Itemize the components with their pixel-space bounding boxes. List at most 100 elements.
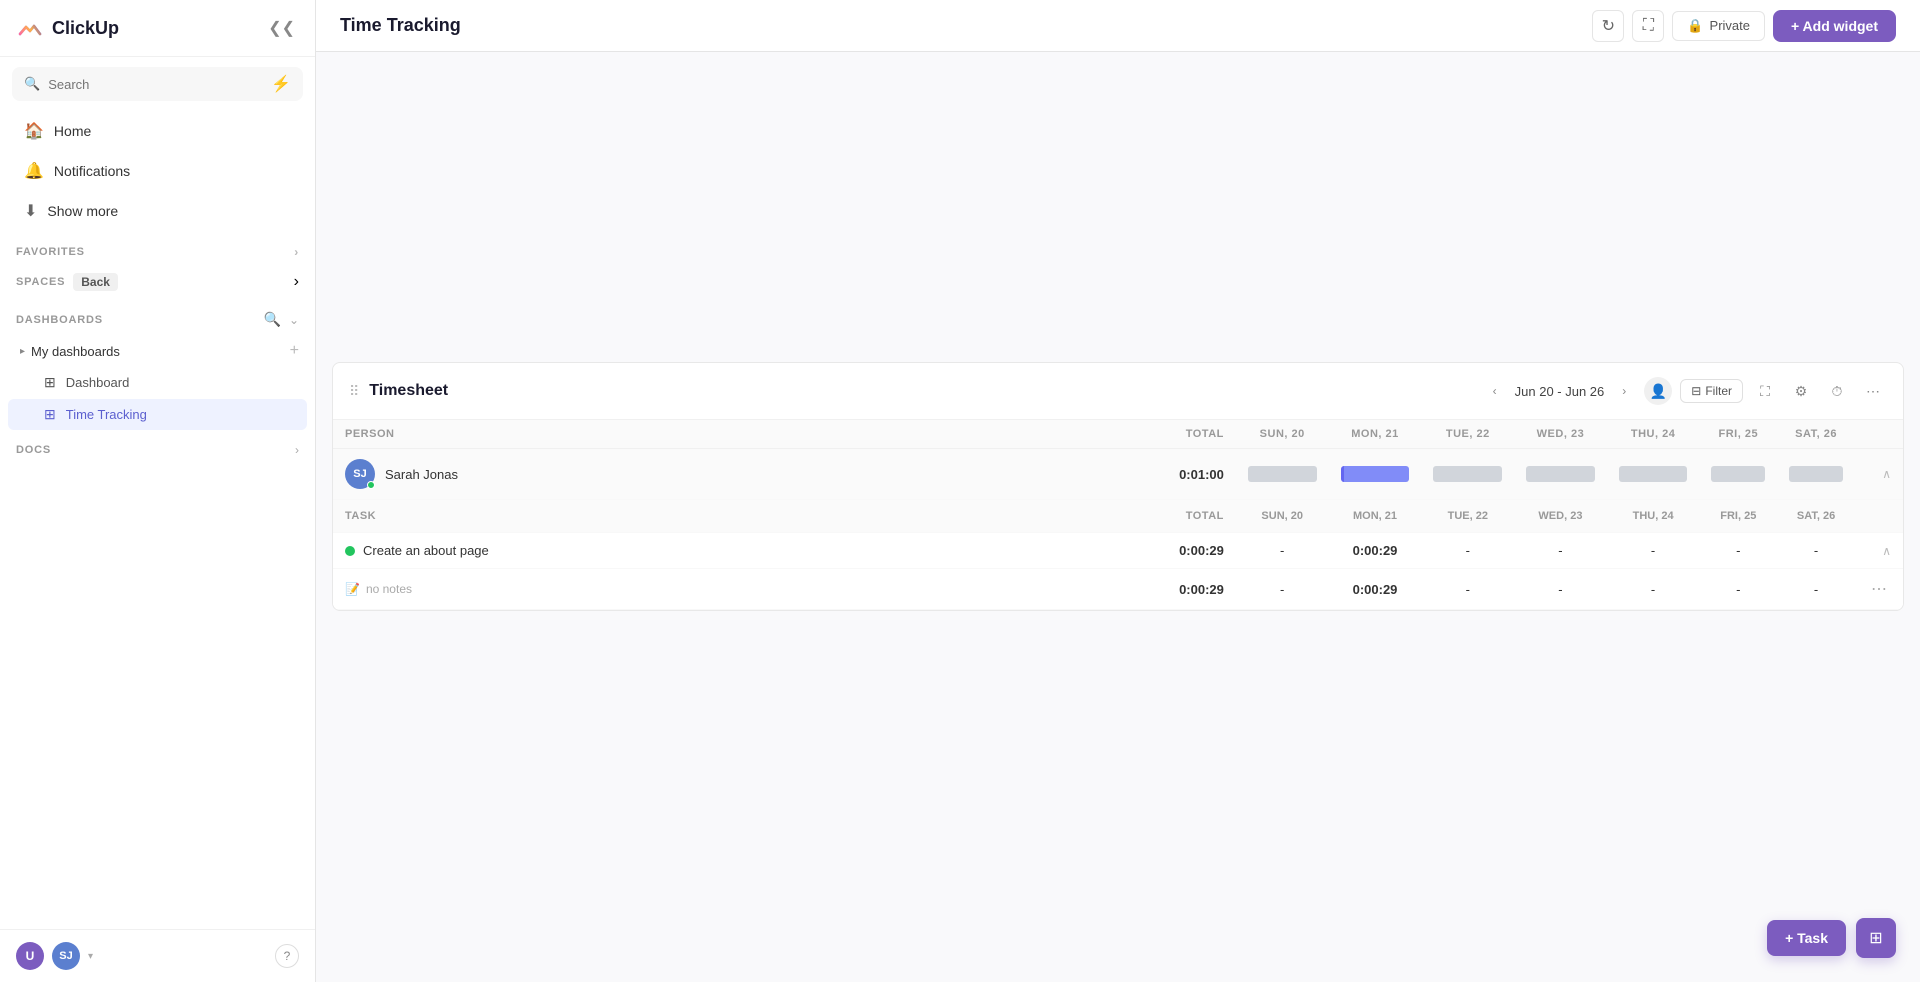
logo: ClickUp bbox=[16, 14, 119, 42]
task-mon-label: MON, 21 bbox=[1329, 500, 1422, 533]
person-icon: 👤 bbox=[1650, 383, 1667, 400]
thu-bar bbox=[1619, 466, 1688, 482]
person-thu bbox=[1607, 449, 1700, 500]
person-sun bbox=[1236, 449, 1329, 500]
notes-more-icon[interactable]: ⋯ bbox=[1867, 581, 1891, 598]
more-widget-button[interactable]: ⋯ bbox=[1859, 377, 1887, 405]
task-sat: - bbox=[1777, 533, 1855, 569]
timesheet-widget: ⠿ Timesheet ‹ Jun 20 - Jun 26 › 👤 ⊟ Filt… bbox=[332, 362, 1904, 611]
person-collapse[interactable]: ∧ bbox=[1855, 449, 1903, 500]
back-button[interactable]: Back bbox=[73, 273, 118, 291]
timesheet-table: PERSON TOTAL SUN, 20 MON, 21 TUE, 22 WED… bbox=[333, 420, 1903, 610]
private-label: Private bbox=[1710, 18, 1750, 33]
sidebar-header: ClickUp ❮❮ bbox=[0, 0, 315, 57]
docs-section: DOCS › bbox=[0, 435, 315, 465]
person-cell: SJ Sarah Jonas bbox=[333, 449, 1083, 500]
add-widget-button[interactable]: + Add widget bbox=[1773, 10, 1896, 42]
dashboards-section: DASHBOARDS 🔍 ⌄ ▸ My dashboards + ⊞ Dashb… bbox=[0, 303, 315, 431]
sun-header: SUN, 20 bbox=[1236, 420, 1329, 449]
search-input[interactable] bbox=[48, 77, 263, 92]
task-mon: 0:00:29 bbox=[1329, 533, 1422, 569]
mon-bar bbox=[1341, 466, 1410, 482]
fullscreen-button[interactable]: ⛶ bbox=[1632, 10, 1664, 42]
task-thu: - bbox=[1607, 533, 1700, 569]
sidebar-item-dashboard[interactable]: ⊞ Dashboard bbox=[8, 367, 307, 398]
task-total: 0:00:29 bbox=[1083, 533, 1236, 569]
refresh-button[interactable]: ↻ bbox=[1592, 10, 1624, 42]
lightning-icon[interactable]: ⚡ bbox=[271, 74, 291, 94]
add-task-button[interactable]: + Task bbox=[1767, 920, 1846, 956]
bottom-bar: + Task ⊞ bbox=[1767, 918, 1896, 958]
dashboard-icon: ⊞ bbox=[44, 374, 56, 391]
assignee-filter-button[interactable]: 👤 bbox=[1644, 377, 1672, 405]
nav-item-home[interactable]: 🏠 Home bbox=[8, 112, 307, 150]
widget-header: ⠿ Timesheet ‹ Jun 20 - Jun 26 › 👤 ⊟ Filt… bbox=[333, 363, 1903, 420]
content-area: ⠿ Timesheet ‹ Jun 20 - Jun 26 › 👤 ⊟ Filt… bbox=[316, 52, 1920, 982]
task-total-label: TOTAL bbox=[1083, 500, 1236, 533]
filter-button[interactable]: ⊟ Filter bbox=[1680, 379, 1743, 403]
avatar-user[interactable]: U bbox=[16, 942, 44, 970]
person-total: 0:01:00 bbox=[1083, 449, 1236, 500]
avatar-sj[interactable]: SJ bbox=[52, 942, 80, 970]
nav-item-show-more[interactable]: ⬇ Show more bbox=[8, 192, 307, 230]
search-bar[interactable]: 🔍 ⚡ bbox=[12, 67, 303, 101]
collapse-person-icon[interactable]: ∧ bbox=[1882, 467, 1891, 481]
spaces-chevron-icon[interactable]: › bbox=[294, 273, 299, 291]
notes-more-cell[interactable]: ⋯ bbox=[1855, 569, 1903, 610]
date-range-text: Jun 20 - Jun 26 bbox=[1511, 384, 1609, 399]
top-spacer bbox=[316, 52, 1920, 362]
docs-chevron-icon[interactable]: › bbox=[295, 443, 299, 457]
prev-date-button[interactable]: ‹ bbox=[1483, 379, 1507, 403]
next-date-button[interactable]: › bbox=[1612, 379, 1636, 403]
task-sun-label: SUN, 20 bbox=[1236, 500, 1329, 533]
time-widget-button[interactable]: ⏱ bbox=[1823, 377, 1851, 405]
notes-wed: - bbox=[1514, 569, 1607, 610]
apps-button[interactable]: ⊞ bbox=[1856, 918, 1896, 958]
favorites-chevron-icon[interactable]: › bbox=[294, 245, 299, 259]
add-widget-label: + Add widget bbox=[1791, 18, 1878, 34]
collapse-task-icon[interactable]: ∧ bbox=[1882, 544, 1891, 558]
notes-text: no notes bbox=[366, 582, 412, 596]
drag-handle-icon[interactable]: ⠿ bbox=[349, 383, 359, 400]
settings-widget-button[interactable]: ⚙ bbox=[1787, 377, 1815, 405]
nav-item-notifications[interactable]: 🔔 Notifications bbox=[8, 152, 307, 190]
my-dashboards-row[interactable]: ▸ My dashboards + bbox=[0, 336, 315, 366]
task-collapse-cell[interactable]: ∧ bbox=[1855, 533, 1903, 569]
dashboards-actions: 🔍 ⌄ bbox=[264, 311, 300, 328]
sidebar-collapse-button[interactable]: ❮❮ bbox=[264, 14, 299, 42]
person-mon bbox=[1329, 449, 1422, 500]
fri-bar bbox=[1711, 466, 1765, 482]
dashboards-search-icon[interactable]: 🔍 bbox=[264, 311, 281, 328]
dashboards-chevron-icon[interactable]: ⌄ bbox=[289, 313, 299, 327]
person-sat bbox=[1777, 449, 1855, 500]
nav-notifications-label: Notifications bbox=[54, 163, 130, 179]
date-range-nav: ‹ Jun 20 - Jun 26 › bbox=[1483, 379, 1637, 403]
task-name: Create an about page bbox=[363, 543, 489, 558]
my-dashboards-label: My dashboards bbox=[31, 344, 120, 359]
favorites-section-header: FAVORITES › bbox=[0, 231, 315, 265]
task-name-cell: Create an about page bbox=[333, 533, 1083, 569]
notes-sun: - bbox=[1236, 569, 1329, 610]
user-dropdown-arrow-icon[interactable]: ▾ bbox=[88, 951, 93, 962]
fullscreen-icon: ⛶ bbox=[1643, 17, 1654, 35]
avatar-initials: SJ bbox=[353, 468, 366, 480]
page-title: Time Tracking bbox=[340, 15, 1580, 36]
task-thu-label: THU, 24 bbox=[1607, 500, 1700, 533]
task-sub-header-row: TASK TOTAL SUN, 20 MON, 21 TUE, 22 WED, … bbox=[333, 500, 1903, 533]
my-dashboards-left: ▸ My dashboards bbox=[20, 344, 120, 359]
filter-icon: ⊟ bbox=[1691, 384, 1701, 398]
notes-thu: - bbox=[1607, 569, 1700, 610]
help-button[interactable]: ? bbox=[275, 944, 299, 968]
private-button[interactable]: 🔒 Private bbox=[1672, 11, 1765, 41]
add-dashboard-icon[interactable]: + bbox=[290, 342, 299, 360]
time-tracking-icon: ⊞ bbox=[44, 406, 56, 423]
docs-header: DOCS › bbox=[0, 435, 315, 465]
dashboards-header: DASHBOARDS 🔍 ⌄ bbox=[0, 303, 315, 336]
bell-icon: 🔔 bbox=[24, 161, 44, 181]
expand-widget-button[interactable]: ⛶ bbox=[1751, 377, 1779, 405]
notes-fri: - bbox=[1699, 569, 1777, 610]
add-task-label: + Task bbox=[1785, 930, 1828, 946]
sidebar-item-time-tracking[interactable]: ⊞ Time Tracking bbox=[8, 399, 307, 430]
notes-tue: - bbox=[1421, 569, 1514, 610]
task-tue-label: TUE, 22 bbox=[1421, 500, 1514, 533]
